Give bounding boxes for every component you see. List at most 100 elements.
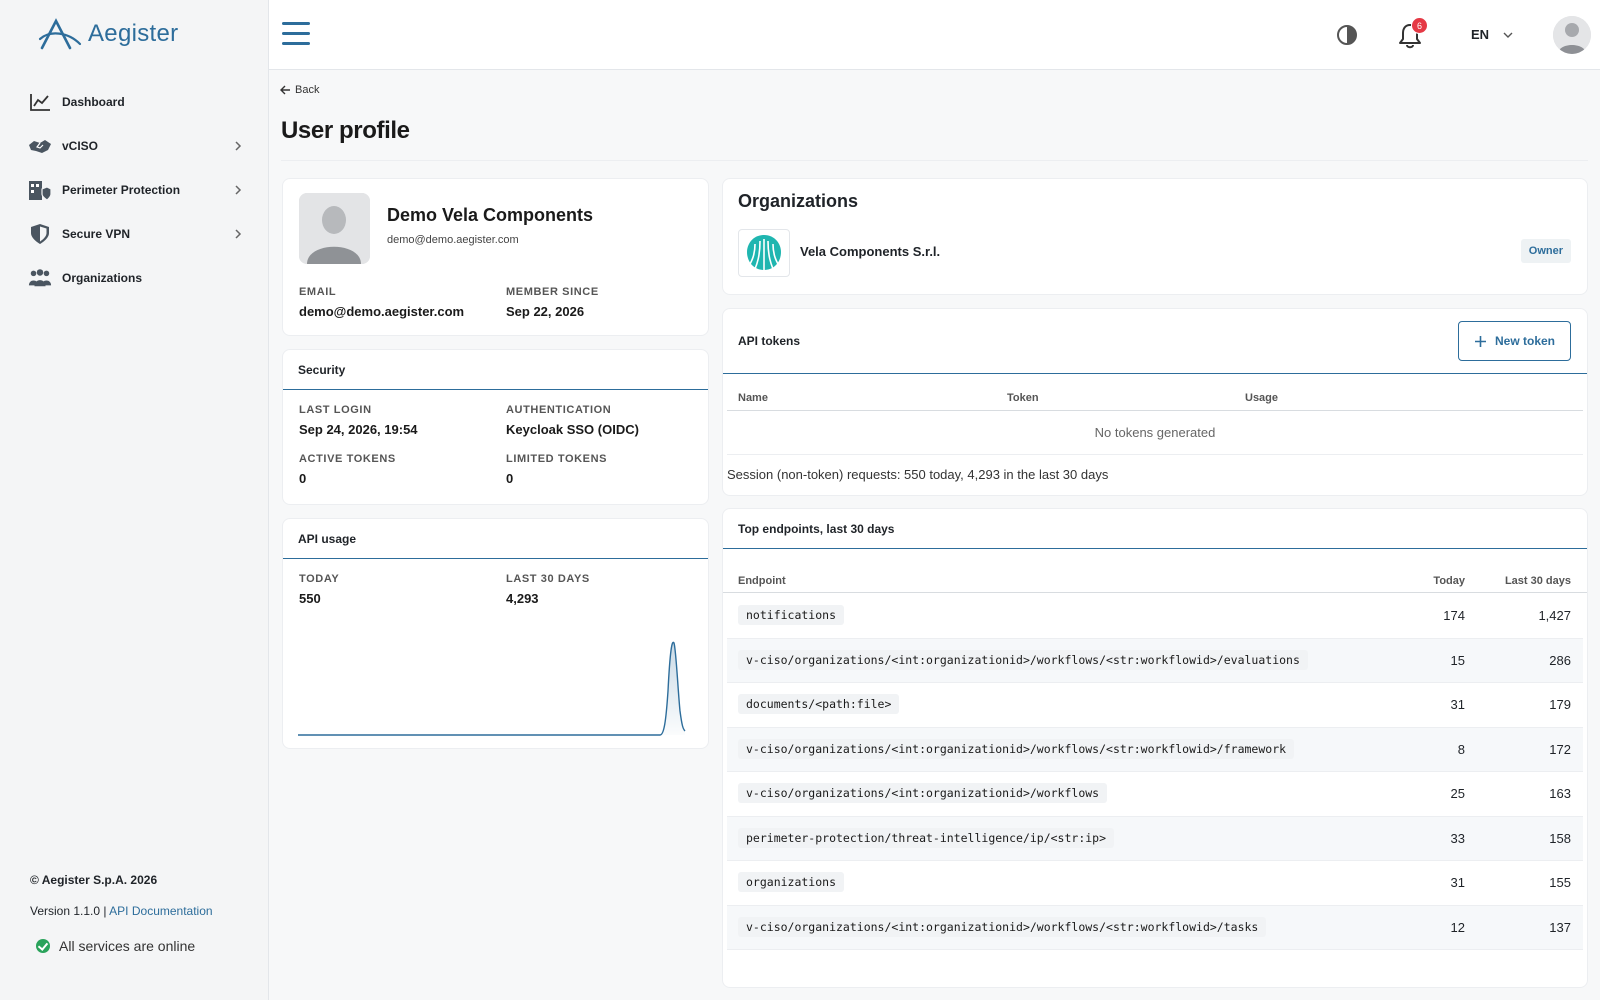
sidebar-item-secure-vpn[interactable]: Secure VPN [0, 212, 269, 256]
user-avatar[interactable] [1553, 16, 1591, 54]
chevron-right-icon [235, 141, 242, 151]
service-status: All services are online [36, 938, 213, 954]
chevron-right-icon [235, 185, 242, 195]
sidebar-footer: © Aegister S.p.A. 2026 Version 1.1.0 | A… [30, 873, 213, 954]
profile-card: Demo Vela Components demo@demo.aegister.… [282, 178, 709, 336]
language-selector[interactable]: EN [1471, 27, 1513, 42]
authentication-field: AUTHENTICATION Keycloak SSO (OIDC) [506, 404, 696, 437]
security-details: LAST LOGIN Sep 24, 2026, 19:54 AUTHENTIC… [299, 404, 696, 486]
menu-toggle-icon[interactable] [282, 22, 310, 46]
table-row: organizations 31 155 [727, 861, 1583, 906]
sparkline-area [298, 642, 685, 735]
chevron-right-icon [235, 229, 242, 239]
top-endpoints-card: Top endpoints, last 30 days Endpoint Tod… [722, 508, 1588, 988]
handshake-icon [28, 134, 52, 158]
endpoint-today-count: 15 [1450, 652, 1465, 668]
active-tokens-value: 0 [299, 471, 307, 486]
empty-state: No tokens generated [727, 411, 1583, 455]
endpoint-30-day-count: 163 [1549, 786, 1571, 801]
profile-email-subtitle: demo@demo.aegister.com [387, 234, 519, 246]
version-info: Version 1.1.0 | API Documentation [30, 904, 213, 918]
endpoint-today-count: 174 [1443, 608, 1465, 623]
email-field: EMAIL demo@demo.aegister.com [299, 286, 506, 319]
today-label: TODAY [299, 573, 340, 585]
sidebar-item-perimeter-protection[interactable]: Perimeter Protection [0, 168, 269, 212]
limited-tokens-field: LIMITED TOKENS 0 [506, 453, 696, 486]
endpoint-today-count: 31 [1450, 875, 1465, 890]
sidebar-item-label: Organizations [62, 271, 143, 285]
sidebar-item-dashboard[interactable]: Dashboard [0, 80, 269, 124]
email-label: EMAIL [299, 286, 337, 298]
new-token-button[interactable]: New token [1458, 321, 1571, 361]
member-since-field: MEMBER SINCE Sep 22, 2026 [506, 286, 696, 319]
endpoint-30-day-count: 286 [1549, 652, 1571, 668]
aegister-logo[interactable]: Aegister [38, 18, 178, 50]
endpoint-today-count: 8 [1457, 741, 1465, 757]
user-avatar-icon [299, 193, 370, 264]
endpoint-30-day-count: 137 [1549, 919, 1571, 935]
arrow-left-icon [280, 85, 290, 95]
api-usage-sparkline [298, 641, 686, 736]
table-row: v-ciso/organizations/<int:organizationid… [727, 905, 1583, 950]
member-since-value: Sep 22, 2026 [506, 304, 585, 319]
endpoint-path: v-ciso/organizations/<int:organizationid… [738, 916, 1267, 937]
column-usage: Usage [1245, 392, 1279, 404]
api-usage-stats: TODAY 550 LAST 30 DAYS 4,293 [299, 573, 696, 606]
sidebar-item-vciso[interactable]: vCISO [0, 124, 269, 168]
table-row: v-ciso/organizations/<int:organizationid… [727, 638, 1583, 683]
organizations-title: Organizations [738, 191, 859, 211]
active-tokens-field: ACTIVE TOKENS 0 [299, 453, 506, 486]
sidebar-item-label: Perimeter Protection [62, 183, 181, 197]
shield-icon [28, 222, 52, 246]
column-token: Token [1007, 392, 1039, 404]
aegister-logo-mark-icon [38, 18, 82, 50]
organization-logo-icon [747, 235, 781, 270]
limited-tokens-value: 0 [506, 471, 514, 486]
security-title: Security [283, 350, 708, 390]
endpoint-30-day-count: 179 [1549, 697, 1571, 712]
endpoint-today-count: 31 [1450, 697, 1465, 712]
column-last-30-days: Last 30 days [1504, 575, 1571, 587]
last-login-label: LAST LOGIN [299, 404, 372, 416]
contrast-toggle-icon[interactable] [1336, 24, 1358, 46]
endpoint-30-day-count: 158 [1549, 830, 1571, 846]
api-usage-card: API usage TODAY 550 LAST 30 DAYS 4,293 [282, 518, 709, 749]
today-field: TODAY 550 [299, 573, 506, 606]
authentication-value: Keycloak SSO (OIDC) [506, 422, 639, 437]
sidebar-item-organizations[interactable]: Organizations [0, 256, 269, 300]
top-header: 6 EN [269, 0, 1600, 70]
table-row: documents/<path:file> 31 179 [727, 683, 1583, 728]
member-since-label: MEMBER SINCE [506, 286, 599, 298]
endpoints-table-header: Endpoint Today Last 30 days [723, 549, 1587, 593]
api-usage-title: API usage [283, 519, 708, 559]
page-title: User profile [281, 117, 410, 144]
last-30-days-field: LAST 30 DAYS 4,293 [506, 573, 696, 606]
users-icon [28, 266, 52, 290]
endpoint-30-day-count: 1,427 [1538, 608, 1571, 623]
endpoint-today-count: 25 [1450, 786, 1465, 801]
role-badge: Owner [1520, 239, 1571, 263]
table-row: v-ciso/organizations/<int:organizationid… [727, 772, 1583, 817]
back-label: Back [295, 84, 320, 96]
api-tokens-header: API tokens New token [723, 309, 1587, 374]
last-30-days-value: 4,293 [506, 591, 539, 606]
api-tokens-title: API tokens [738, 334, 801, 348]
user-avatar-icon [1553, 16, 1591, 54]
organization-name[interactable]: Vela Components S.r.l. [800, 244, 940, 259]
sidebar-nav: Dashboard vCISO Perimeter Protection Sec… [0, 80, 269, 300]
back-link[interactable]: Back [280, 84, 319, 96]
endpoint-path: v-ciso/organizations/<int:organizationid… [738, 783, 1108, 803]
column-endpoint: Endpoint [738, 575, 786, 587]
last-login-value: Sep 24, 2026, 19:54 [299, 422, 418, 437]
new-token-label: New token [1494, 334, 1555, 348]
profile-avatar [299, 193, 370, 264]
security-card: Security LAST LOGIN Sep 24, 2026, 19:54 … [282, 349, 709, 505]
api-tokens-card: API tokens New token Name Token Usage No… [722, 308, 1588, 496]
copyright: © Aegister S.p.A. 2026 [30, 873, 158, 887]
table-row: notifications 174 1,427 [727, 594, 1583, 639]
endpoint-path: notifications [738, 605, 845, 625]
organization-logo [738, 229, 790, 277]
endpoint-today-count: 33 [1450, 830, 1465, 846]
api-documentation-link[interactable]: API Documentation [109, 904, 212, 918]
table-row: perimeter-protection/threat-intelligence… [727, 816, 1583, 861]
